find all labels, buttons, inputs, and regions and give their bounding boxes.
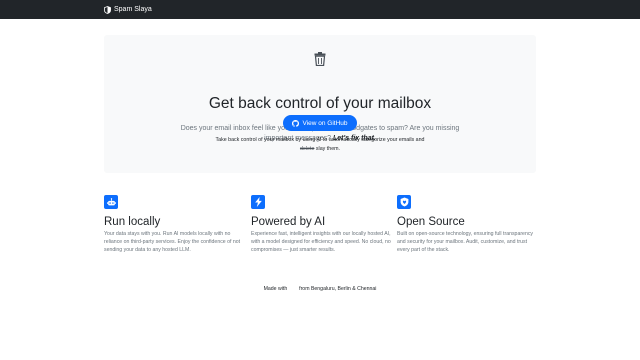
view-on-github-button[interactable]: View on GitHub bbox=[283, 115, 357, 131]
shield-half-icon bbox=[104, 5, 111, 14]
feature-title: Run locally bbox=[104, 216, 161, 228]
robot-icon bbox=[104, 195, 118, 209]
navbar: Spam Slaya bbox=[0, 0, 640, 19]
shield-heart-icon bbox=[397, 195, 411, 209]
brand-name: Spam Slaya bbox=[114, 6, 152, 13]
feature-powered-by-ai: Powered by AI Experience fast, intellige… bbox=[251, 195, 391, 254]
lightning-icon bbox=[251, 195, 265, 209]
feature-title: Open Source bbox=[397, 216, 465, 228]
feature-text: Your data stays with you. Run AI models … bbox=[104, 231, 241, 253]
footer: Made with from Bengaluru, Berlin & Chenn… bbox=[0, 286, 640, 292]
hero-small-struck: delete bbox=[299, 145, 315, 152]
feature-run-locally: Run locally Your data stays with you. Ru… bbox=[104, 195, 244, 254]
trash-icon bbox=[314, 52, 326, 66]
footer-from: from Bengaluru, Berlin & Chennai bbox=[299, 286, 377, 292]
feature-open-source: Open Source Built on open-source technol… bbox=[397, 195, 537, 254]
feature-text: Built on open-source technology, ensurin… bbox=[397, 231, 534, 253]
footer-made-with: Made with bbox=[263, 286, 288, 292]
github-button-label: View on GitHub bbox=[302, 119, 348, 127]
feature-title: Powered by AI bbox=[251, 216, 326, 228]
github-icon bbox=[292, 119, 300, 127]
hero-section: Get back control of your mailbox Does yo… bbox=[104, 35, 536, 173]
feature-text: Experience fast, intelligent insights wi… bbox=[251, 231, 391, 253]
hero-small-start: Take back control of your mailbox by usi… bbox=[215, 137, 425, 143]
brand-link[interactable]: Spam Slaya bbox=[104, 5, 152, 14]
hero-title: Get back control of your mailbox bbox=[208, 95, 432, 112]
hero-small-text: Take back control of your mailbox by usi… bbox=[200, 136, 440, 153]
hero-small-end: slay them. bbox=[315, 145, 341, 152]
